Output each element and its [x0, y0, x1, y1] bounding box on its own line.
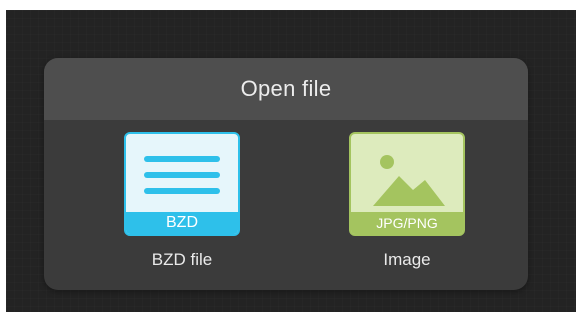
image-label: Image: [383, 250, 431, 269]
dialog-title: Open file: [240, 76, 332, 101]
dialog-header: Open file: [44, 58, 528, 120]
bzd-file-icon: BZD: [124, 132, 240, 236]
bzd-file-option[interactable]: BZD BZD file: [102, 132, 262, 282]
text-line-icon: [144, 156, 220, 162]
image-option[interactable]: JPG/PNG Image: [327, 132, 487, 282]
image-file-icon: JPG/PNG: [349, 132, 465, 236]
bzd-file-label: BZD file: [151, 250, 213, 269]
landscape-picture-icon: [373, 155, 445, 206]
text-line-icon: [144, 172, 220, 178]
text-line-icon: [144, 188, 220, 194]
open-file-dialog: Open file BZD BZD file JPG/PNG Image: [44, 58, 528, 290]
image-file-tag: JPG/PNG: [351, 212, 463, 234]
screen-background: Open file BZD BZD file JPG/PNG Image: [6, 10, 576, 312]
bzd-file-tag: BZD: [126, 212, 238, 234]
